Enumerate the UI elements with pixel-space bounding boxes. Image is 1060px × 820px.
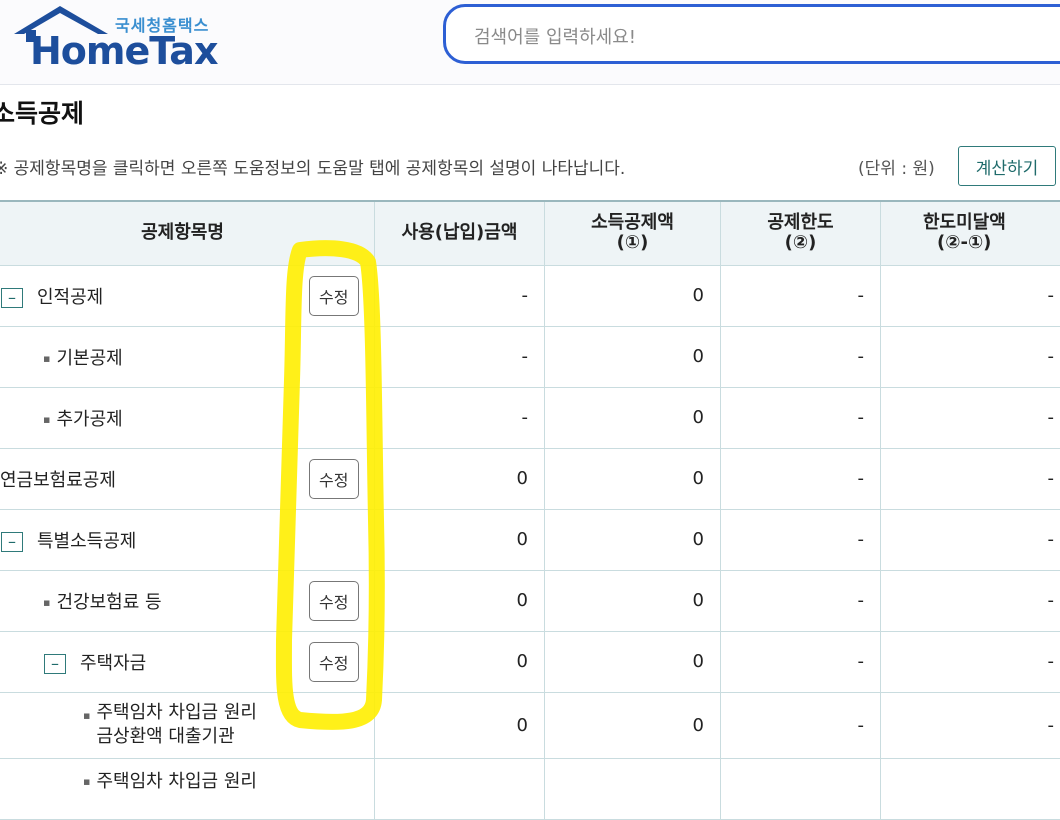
bullet-icon: ▪ [83, 775, 90, 788]
limit-amount: - [721, 509, 881, 570]
limit-amount: - [721, 326, 881, 387]
col-header-remain: 한도미달액(②-①) [881, 201, 1060, 265]
deduct-amount: 0 [545, 448, 721, 509]
unit-label: (단위 : 원) [858, 154, 935, 179]
remain-amount: - [881, 570, 1060, 631]
hometax-logo[interactable]: 국세청홈택스 HomeTax [12, 4, 222, 76]
deduct-amount: 0 [545, 570, 721, 631]
item-name-pension[interactable]: 연금보험료공제 [0, 470, 116, 491]
used-amount: 0 [375, 631, 545, 692]
deduction-table: 공제항목명 사용(납입)금액 소득공제액(①) 공제한도(②) 한도미달액(②-… [0, 200, 1060, 820]
deduct-amount: 0 [545, 265, 721, 326]
remain-amount: - [881, 265, 1060, 326]
table-row: –특별소득공제 0 0 - - [0, 509, 1060, 570]
edit-button-health[interactable]: 수정 [309, 581, 359, 621]
col-header-deduct: 소득공제액(①) [545, 201, 721, 265]
item-name-health[interactable]: 건강보험료 등 [56, 592, 161, 613]
used-amount: 0 [375, 570, 545, 631]
remain-amount: - [881, 326, 1060, 387]
limit-amount: - [721, 265, 881, 326]
item-name-housing[interactable]: 주택자금 [80, 653, 146, 674]
col-header-name: 공제항목명 [0, 201, 375, 265]
item-name-personal[interactable]: 인적공제 [37, 287, 103, 308]
help-notice: ※ 공제항목명을 클릭하면 오른쪽 도움정보의 도움말 탭에 공제항목의 설명이… [0, 154, 625, 179]
page-title: 소득공제 [0, 94, 84, 130]
edit-button-housing[interactable]: 수정 [309, 642, 359, 682]
logo-wordmark: HomeTax [30, 31, 217, 71]
col-header-used: 사용(납입)금액 [375, 201, 545, 265]
table-row: ▪ 주택임차 차입금 원리 [0, 758, 1060, 819]
limit-amount: - [721, 448, 881, 509]
collapse-toggle[interactable]: – [44, 654, 66, 674]
table-row: –주택자금 수정 0 0 - - [0, 631, 1060, 692]
edit-button-personal[interactable]: 수정 [309, 276, 359, 316]
bullet-icon: ▪ [83, 709, 90, 722]
limit-amount: - [721, 692, 881, 758]
table-row: ▪ 기본공제 - 0 - - [0, 326, 1060, 387]
deduct-amount: 0 [545, 692, 721, 758]
deduct-amount: 0 [545, 631, 721, 692]
search-box[interactable] [443, 4, 1060, 64]
bullet-icon: ▪ [43, 352, 50, 365]
deduct-amount: 0 [545, 326, 721, 387]
remain-amount: - [881, 631, 1060, 692]
item-name-lease-loan-individual[interactable]: 주택임차 차입금 원리 [96, 771, 256, 792]
collapse-toggle[interactable]: – [1, 288, 23, 308]
deduct-amount: 0 [545, 509, 721, 570]
remain-amount: - [881, 387, 1060, 448]
remain-amount: - [881, 692, 1060, 758]
calculate-button[interactable]: 계산하기 [958, 146, 1056, 186]
collapse-toggle[interactable]: – [1, 532, 23, 552]
limit-amount: - [721, 570, 881, 631]
used-amount: 0 [375, 692, 545, 758]
used-amount: - [375, 387, 545, 448]
remain-amount: - [881, 509, 1060, 570]
used-amount: 0 [375, 509, 545, 570]
table-row: ▪ 주택임차 차입금 원리금상환액 대출기관 0 0 - - [0, 692, 1060, 758]
table-row: 연금보험료공제 수정 0 0 - - [0, 448, 1060, 509]
used-amount: - [375, 326, 545, 387]
item-name-additional[interactable]: 추가공제 [56, 409, 122, 430]
remain-amount: - [881, 448, 1060, 509]
bullet-icon: ▪ [43, 596, 50, 609]
deduct-amount: 0 [545, 387, 721, 448]
limit-amount: - [721, 631, 881, 692]
used-amount: - [375, 265, 545, 326]
table-row: ▪ 건강보험료 등 수정 0 0 - - [0, 570, 1060, 631]
table-row: ▪ 추가공제 - 0 - - [0, 387, 1060, 448]
bullet-icon: ▪ [43, 413, 50, 426]
table-row: –인적공제 수정 - 0 - - [0, 265, 1060, 326]
col-header-limit: 공제한도(②) [721, 201, 881, 265]
top-header: 국세청홈택스 HomeTax [0, 0, 1060, 85]
table-header-row: 공제항목명 사용(납입)금액 소득공제액(①) 공제한도(②) 한도미달액(②-… [0, 201, 1060, 265]
item-name-basic[interactable]: 기본공제 [56, 348, 122, 369]
used-amount: 0 [375, 448, 545, 509]
item-name-special[interactable]: 특별소득공제 [37, 531, 136, 552]
search-input[interactable] [472, 21, 1036, 53]
edit-button-pension[interactable]: 수정 [309, 459, 359, 499]
limit-amount: - [721, 387, 881, 448]
item-name-lease-loan-institution[interactable]: 주택임차 차입금 원리금상환액 대출기관 [96, 701, 256, 749]
